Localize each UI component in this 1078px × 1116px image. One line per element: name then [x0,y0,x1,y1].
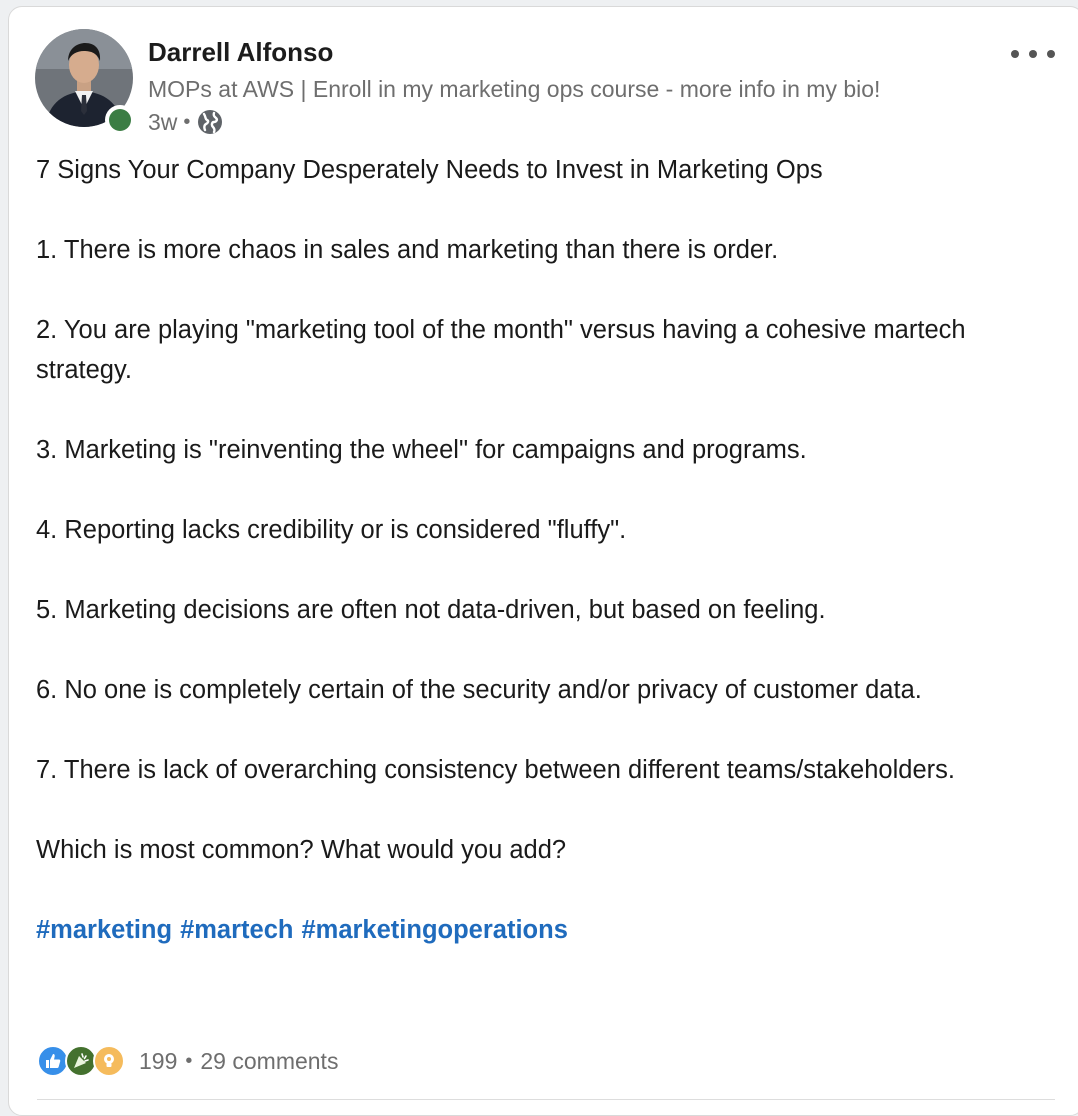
post-header: Darrell Alfonso MOPs at AWS | Enroll in … [35,29,1065,139]
post-point-2: 2. You are playing "marketing tool of th… [36,316,966,384]
post-point-3: 3. Marketing is "reinventing the wheel" … [36,436,807,464]
divider [37,1099,1055,1100]
avatar[interactable] [35,29,135,135]
post-point-7: 7. There is lack of overarching consiste… [36,756,955,784]
social-counts: 199 • 29 comments [37,1043,338,1079]
post-question: Which is most common? What would you add… [36,836,567,864]
post-point-4: 4. Reporting lacks credibility or is con… [36,516,627,544]
hashtag-list: #marketing #martech #marketingoperations [36,910,1036,950]
hashtag-link[interactable]: #marketingoperations [301,910,567,950]
online-status-indicator [105,105,135,135]
post-point-1: 1. There is more chaos in sales and mark… [36,236,779,264]
reaction-icons[interactable] [37,1045,125,1077]
post-point-6: 6. No one is completely certain of the s… [36,676,922,704]
post-time[interactable]: 3w [148,109,177,136]
more-dot-icon [1047,50,1055,58]
comments-count-link[interactable]: 29 comments [200,1048,338,1075]
meta-separator: • [183,110,191,133]
author-headline: MOPs at AWS | Enroll in my marketing ops… [148,76,881,102]
social-separator: • [185,1049,193,1072]
post-title: 7 Signs Your Company Desperately Needs t… [36,156,823,184]
more-dot-icon [1029,50,1037,58]
post-card: Darrell Alfonso MOPs at AWS | Enroll in … [8,6,1078,1116]
reaction-count[interactable]: 199 [139,1048,177,1075]
globe-icon [196,108,224,136]
hashtag-link[interactable]: #martech [180,910,293,950]
post-body: 7 Signs Your Company Desperately Needs t… [36,150,1036,950]
post-meta: 3w • [148,107,224,137]
insightful-icon [93,1045,125,1077]
hashtag-link[interactable]: #marketing [36,910,172,950]
more-options-button[interactable] [1011,39,1055,69]
author-name[interactable]: Darrell Alfonso [148,37,333,68]
post-point-5: 5. Marketing decisions are often not dat… [36,596,826,624]
more-dot-icon [1011,50,1019,58]
